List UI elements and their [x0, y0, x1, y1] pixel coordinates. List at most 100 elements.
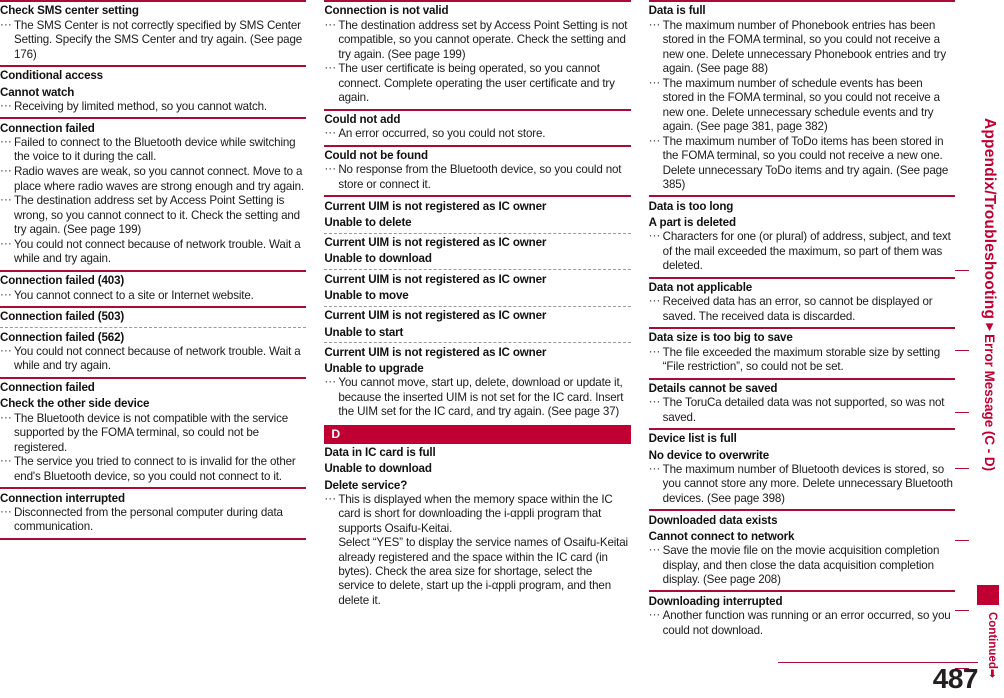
entry-term: Data not applicable — [648, 280, 753, 294]
glossary-entry: Data not applicable ⋯ Received data has an… — [648, 276, 955, 328]
page-footer: 487 — [778, 662, 979, 694]
entry-description: ⋯ Characters for one (or plural) of addre… — [649, 230, 955, 277]
entry-term: Current UIM is not registered as IC owne… — [324, 309, 547, 323]
entry-description: ⋯ The ToruCa detailed data was not suppor… — [649, 396, 955, 428]
chapter-title: Appendix/Troubleshooting — [981, 118, 998, 320]
ellipsis-bullet-icon: ⋯ — [324, 126, 336, 140]
ellipsis-bullet-icon: ⋯ — [648, 229, 661, 243]
glossary-entry: Connection is not valid ⋯ The destination … — [324, 0, 631, 109]
entry-term: Connection failed — [0, 381, 95, 395]
entry-separator-solid — [0, 537, 307, 540]
entry-term: Device list is full — [648, 432, 737, 446]
entry-description: ⋯ You cannot connect to a site or Interne… — [0, 288, 306, 306]
section-letter-bar: D — [324, 425, 631, 444]
margin-tick — [955, 610, 969, 611]
entry-description-text: You could not connect because of network… — [14, 344, 301, 373]
entry-description: ⋯ Another function was running or an erro… — [649, 609, 955, 641]
entry-description: ⋯ This is displayed when the memory space… — [324, 492, 630, 612]
entry-description: ⋯ Disconnected from the personal computer… — [0, 505, 306, 537]
entry-term: Current UIM is not registered as IC owne… — [324, 236, 547, 250]
margin-red-block — [977, 585, 999, 605]
entry-term: Unable to upgrade — [324, 362, 424, 376]
entry-term: Unable to download — [324, 252, 432, 266]
entry-description-text: Failed to connect to the Bluetooth devic… — [14, 135, 296, 164]
glossary-entry: Connection failed Check the other side de… — [0, 376, 307, 487]
entry-description: ⋯ The file exceeded the maximum storable … — [649, 345, 955, 377]
entry-term: Unable to delete — [324, 215, 412, 229]
entry-description-text: The maximum number of schedule events ha… — [662, 76, 940, 133]
column-2: Connection is not valid ⋯ The destination … — [324, 0, 631, 698]
entry-description: ⋯ Received data has an error, so cannot b… — [649, 295, 955, 327]
glossary-entry: Could not add ⋯ An error occurred, so you … — [324, 108, 631, 145]
glossary-entry: Connection failed (403) ⋯ You cannot conne… — [0, 269, 307, 306]
glossary-entry: Current UIM is not registered as IC owne… — [324, 195, 631, 233]
entry-term: Downloading interrupted — [648, 594, 783, 608]
entry-term: Could not add — [324, 112, 401, 126]
glossary-entry: Downloading interrupted ⋯ Another function… — [648, 590, 955, 641]
entry-description-text: Another function was running or an error… — [662, 609, 951, 637]
ellipsis-bullet-icon: ⋯ — [324, 492, 336, 506]
entry-term: Details cannot be saved — [648, 381, 778, 395]
entry-description-text: The destination address set by Access Po… — [338, 18, 628, 61]
entry-term: Data is too long — [648, 199, 734, 213]
entry-description: ⋯ The maximum number of schedule events h… — [649, 76, 955, 134]
ellipsis-bullet-icon: ⋯ — [0, 288, 12, 301]
entry-description-text: You could not connect because of network… — [14, 238, 301, 266]
glossary-entry: Data is full ⋯ The maximum number of Phone… — [648, 0, 955, 195]
entry-description: ⋯ The user certificate is being operated,… — [324, 62, 630, 109]
glossary-entry: Data size is too big to save ⋯ The file ex… — [648, 327, 955, 378]
entry-description-text: An error occurred, so you could not stor… — [338, 127, 546, 141]
entry-description-text: This is displayed when the memory space … — [338, 492, 628, 607]
entry-description: ⋯ The maximum number of Bluetooth devices… — [649, 463, 955, 510]
margin-tick — [955, 540, 969, 541]
entry-description: ⋯ You cannot move, start up, delete, down… — [324, 376, 630, 423]
glossary-entry: Downloaded data exists Cannot connect to … — [648, 509, 955, 591]
entry-description: ⋯ Receiving by limited method, so you can… — [0, 99, 306, 118]
entry-description-text: Radio waves are weak, so you cannot conn… — [14, 165, 305, 193]
entry-description-text: The user certificate is being operated, … — [338, 62, 615, 105]
column-3: Data is full ⋯ The maximum number of Phone… — [648, 0, 955, 698]
entry-description-text: The maximum number of Phonebook entries … — [662, 18, 947, 75]
entry-term: Unable to download — [324, 462, 432, 476]
margin-tick — [955, 468, 969, 469]
glossary-entry: Data is too long A part is deleted ⋯ Charac… — [648, 195, 955, 277]
entry-description: ⋯ The Bluetooth device is not compatible … — [0, 411, 306, 455]
entry-term: Downloaded data exists — [648, 513, 778, 527]
ellipsis-bullet-icon: ⋯ — [0, 237, 12, 251]
entry-term: Current UIM is not registered as IC owne… — [324, 272, 547, 286]
entry-description: ⋯ The maximum number of Phonebook entries… — [649, 18, 955, 76]
ellipsis-bullet-icon: ⋯ — [648, 462, 661, 476]
entry-term: Current UIM is not registered as IC owne… — [324, 345, 547, 359]
entry-description: ⋯ An error occurred, so you could not sto… — [324, 127, 630, 145]
entry-description-text: The ToruCa detailed data was not support… — [662, 396, 945, 424]
entry-term: No device to overwrite — [648, 448, 770, 462]
glossary-entry: Current UIM is not registered as IC owne… — [324, 269, 631, 306]
entry-description-text: Received data has an error, so cannot be… — [662, 295, 933, 323]
entry-description: ⋯ You could not connect because of networ… — [0, 238, 306, 270]
entry-term: Delete service? — [324, 478, 408, 492]
glossary-entry: Connection interrupted ⋯ Disconnected from… — [0, 487, 307, 538]
entry-description-text: Characters for one (or plural) of addres… — [662, 230, 951, 273]
glossary-entry: Current UIM is not registered as IC owne… — [324, 305, 631, 343]
chapter-running-head: Appendix/Troubleshooting▼Error Message (… — [980, 118, 998, 471]
right-margin-tab: Appendix/Troubleshooting▼Error Message (… — [955, 0, 1004, 698]
manual-page: Check SMS center setting ⋯ The SMS Center … — [0, 0, 1004, 698]
entry-description: ⋯ The maximum number of ToDo items has be… — [649, 134, 955, 195]
entry-description: ⋯ Save the movie file on the movie acquis… — [649, 544, 955, 591]
entry-term: Connection failed (503) — [0, 310, 125, 324]
entry-description: ⋯ The destination address set by Access P… — [324, 18, 630, 62]
entry-term: Cannot connect to network — [648, 529, 795, 543]
ellipsis-bullet-icon: ⋯ — [648, 543, 661, 557]
entry-term: Cannot watch — [0, 85, 75, 99]
entry-description-text: You cannot move, start up, delete, downl… — [338, 376, 624, 419]
glossary-entry: Current UIM is not registered as IC owne… — [324, 342, 631, 423]
glossary-entry: D Data in IC card is full Unable to downlo… — [324, 425, 631, 612]
entry-term: Connection failed (403) — [0, 274, 125, 288]
ellipsis-bullet-icon: ⋯ — [0, 135, 12, 149]
entry-description: ⋯ The SMS Center is not correctly specifi… — [0, 18, 306, 65]
continued-marker: Continued➡ — [986, 612, 999, 678]
glossary-entry: Connection failed (503) — [0, 305, 307, 327]
glossary-entry — [0, 537, 307, 540]
entry-description-text: The SMS Center is not correctly specifie… — [14, 18, 303, 61]
ellipsis-bullet-icon: ⋯ — [0, 18, 12, 32]
